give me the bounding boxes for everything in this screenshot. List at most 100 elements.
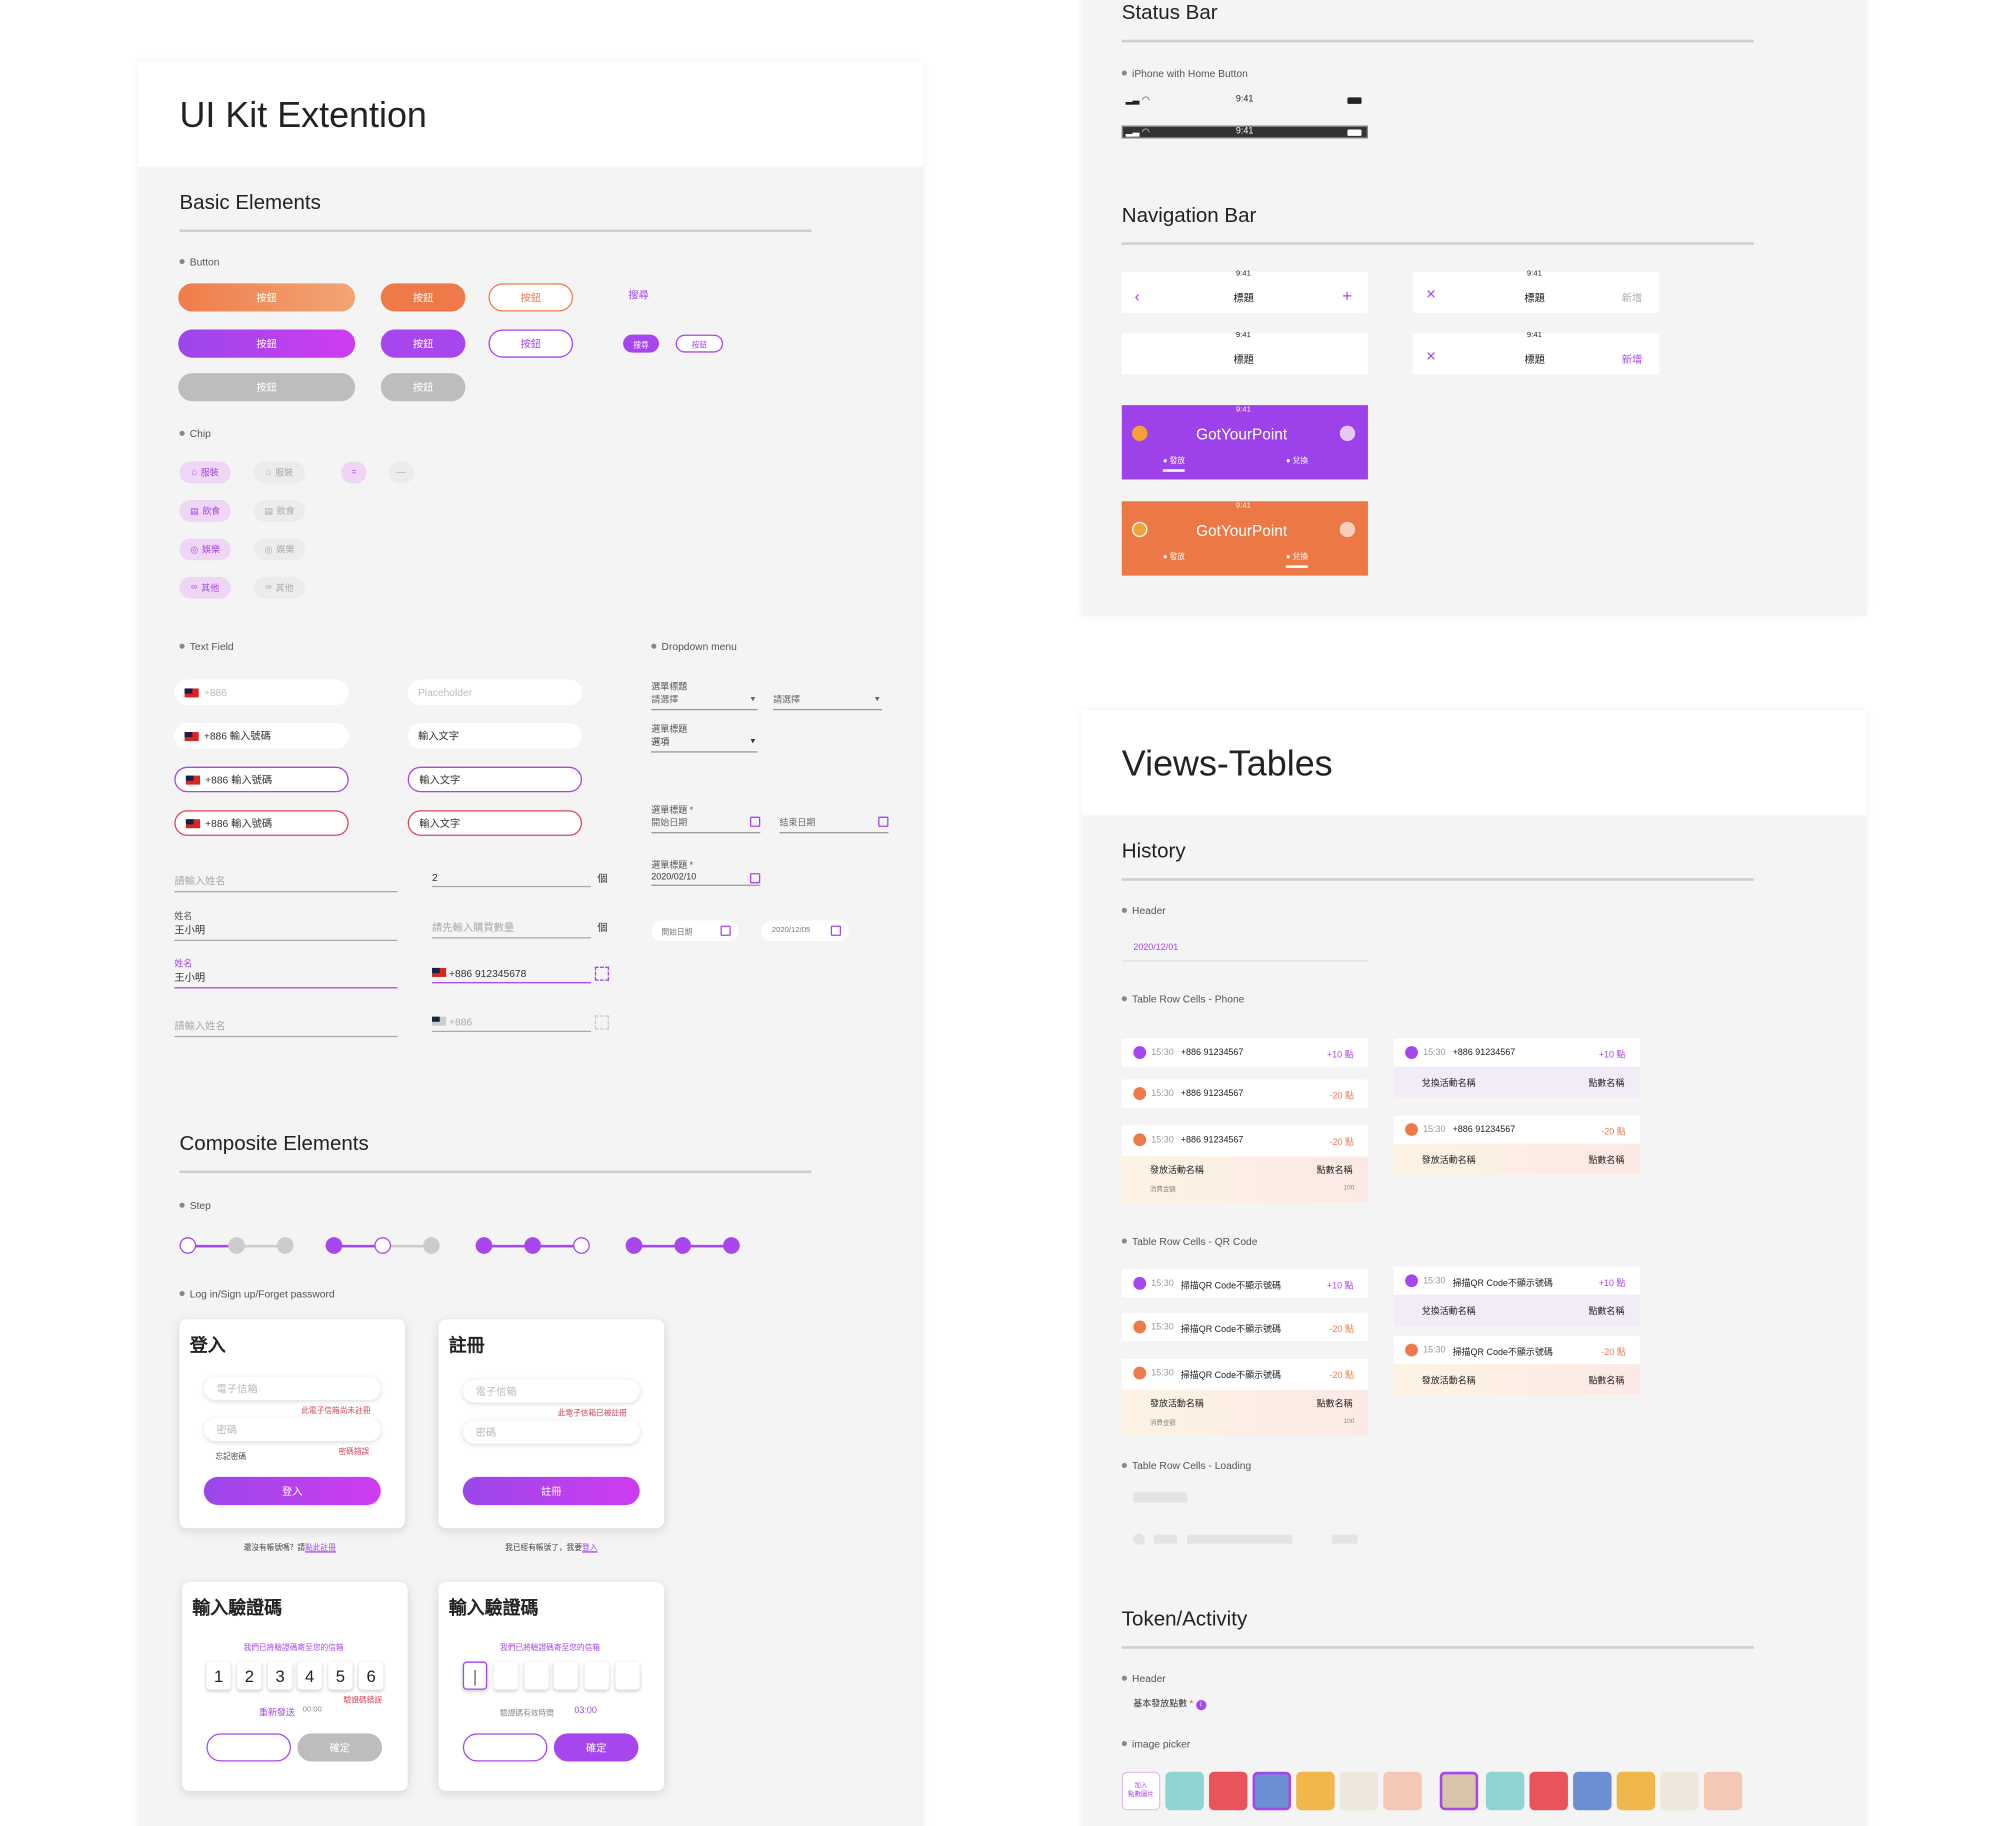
login-button[interactable]: 登入 xyxy=(203,1476,381,1506)
forgot-password-link[interactable]: 忘記密碼 xyxy=(215,1450,246,1462)
chip-entertainment-active[interactable]: ◎ 娛樂 xyxy=(179,538,231,561)
phone-row-issue[interactable]: 15:30 +886 91234567 -20 點 發放活動名稱 點數名稱 xyxy=(1393,1115,1640,1175)
coin-icon[interactable] xyxy=(1296,1771,1335,1811)
phone-row-minus[interactable]: 15:30 +886 91234567 -20 點 xyxy=(1121,1079,1368,1108)
quantity-input-empty[interactable]: 請先輸入購買數量 xyxy=(432,921,592,939)
date-pill[interactable]: 2020/12/05 xyxy=(761,920,849,942)
chip-other[interactable]: ∞ 其他 xyxy=(253,576,306,599)
end-date-field[interactable]: 結束日期 xyxy=(779,816,889,834)
primary-gradient-purple-button[interactable]: 按鈕 xyxy=(178,329,356,358)
back-chevron-icon[interactable]: ‹ xyxy=(1135,287,1140,305)
code-digit[interactable]: 3 xyxy=(267,1661,293,1690)
add-image-button[interactable]: 加入 點數圖片 xyxy=(1121,1771,1161,1811)
code-digit[interactable]: 1 xyxy=(206,1661,231,1690)
calendar-icon[interactable] xyxy=(749,873,761,884)
chip-clothing[interactable]: ⌂ 服裝 xyxy=(253,461,306,484)
outline-orange-button[interactable]: 按鈕 xyxy=(488,283,574,312)
coffee-icon[interactable] xyxy=(1660,1771,1699,1811)
close-icon[interactable]: ✕ xyxy=(1426,288,1437,302)
qr-row-redeem[interactable]: 15:30 掃描QR Code不顯示號碼 +10 點 兌換活動名稱 點數名稱 xyxy=(1393,1266,1640,1326)
primary-gradient-orange-button[interactable]: 按鈕 xyxy=(178,283,356,312)
text-field-empty[interactable]: Placeholder xyxy=(407,679,583,706)
qr-row-minus[interactable]: 15:30 掃描QR Code不顯示號碼 -20 點 xyxy=(1121,1312,1368,1342)
tab-redeem-active[interactable]: ● 兌換 xyxy=(1285,550,1309,568)
back-button[interactable]: 返回 xyxy=(206,1733,292,1762)
phone-row-plus[interactable]: 15:30 +886 91234567 +10 點 xyxy=(1121,1038,1368,1067)
chip-dash[interactable]: — xyxy=(388,461,415,484)
text-field[interactable]: 輸入文字 xyxy=(407,723,583,749)
date-field-filled[interactable]: 2020/02/10 xyxy=(651,873,761,886)
phone-field[interactable]: +886 輸入號碼 xyxy=(174,723,349,749)
text-field-error[interactable]: 輸入文字 xyxy=(407,810,583,836)
phone-field-active[interactable]: +886 輸入號碼 xyxy=(174,766,349,793)
signup-button[interactable]: 註冊 xyxy=(462,1476,640,1506)
gift-icon[interactable] xyxy=(1165,1771,1204,1811)
chip-food-active[interactable]: ▤ 飲食 xyxy=(179,499,231,522)
search-icon[interactable] xyxy=(1339,425,1356,442)
calendar-icon[interactable] xyxy=(878,816,889,827)
code-digit-active[interactable]: | xyxy=(462,1661,488,1690)
signup-link[interactable]: 點此註冊 xyxy=(305,1545,336,1553)
chip-other-active[interactable]: ∞ 其他 xyxy=(179,576,231,599)
name-input[interactable]: 王小明 xyxy=(174,923,398,942)
email-field[interactable]: 電子信箱 xyxy=(203,1376,381,1400)
custom-image-selected[interactable] xyxy=(1439,1771,1479,1811)
coin-icon[interactable] xyxy=(1616,1771,1656,1811)
wallet-icon[interactable] xyxy=(1132,521,1148,538)
dropdown-select-plain[interactable]: 請選擇 ▾ xyxy=(773,694,883,711)
cake-icon[interactable] xyxy=(1703,1771,1743,1811)
start-date-pill[interactable]: 開始日期 xyxy=(651,920,739,942)
gift-icon[interactable] xyxy=(1485,1771,1525,1811)
back-button[interactable]: 返回 xyxy=(462,1733,548,1762)
phone-row-redeem[interactable]: 15:30 +886 91234567 +10 點 兌換活動名稱 點數名稱 xyxy=(1393,1038,1640,1098)
quantity-input[interactable]: 2 xyxy=(432,872,592,888)
utensils-icon[interactable] xyxy=(1252,1771,1292,1811)
code-digit[interactable] xyxy=(493,1661,518,1690)
cosmetics-icon[interactable] xyxy=(1529,1771,1568,1811)
chip-food[interactable]: ▤ 飲食 xyxy=(253,499,306,522)
name-input-active[interactable]: 王小明 xyxy=(174,971,398,989)
cake-icon[interactable] xyxy=(1383,1771,1422,1811)
primary-purple-button[interactable]: 按鈕 xyxy=(380,329,466,358)
plus-icon[interactable]: + xyxy=(1342,286,1352,305)
code-digit[interactable]: 4 xyxy=(297,1661,322,1690)
text-field-active[interactable]: 輸入文字 xyxy=(407,766,583,793)
tab-redeem[interactable]: ● 兌換 xyxy=(1286,454,1308,466)
dropdown-select[interactable]: 請選擇 ▾ xyxy=(651,694,758,711)
code-digit[interactable] xyxy=(524,1661,549,1690)
code-digit[interactable]: 2 xyxy=(237,1661,262,1690)
add-action[interactable]: 新增 xyxy=(1622,353,1643,367)
calendar-icon[interactable] xyxy=(749,816,761,827)
close-icon[interactable]: ✕ xyxy=(1426,350,1437,364)
phone-field-error[interactable]: +886 輸入號碼 xyxy=(174,810,349,836)
chip-equal-active[interactable]: = xyxy=(341,461,367,484)
phone-line-input[interactable]: +886 912345678 xyxy=(432,967,592,984)
outline-purple-button[interactable]: 按鈕 xyxy=(488,329,574,358)
qr-row-expanded[interactable]: 15:30 掃描QR Code不顯示號碼 -20 點 發放活動名稱 點數名稱 消… xyxy=(1121,1358,1368,1436)
resend-link[interactable]: 重新發送 xyxy=(259,1706,295,1719)
code-digit[interactable] xyxy=(615,1661,640,1690)
code-digit[interactable] xyxy=(553,1661,579,1690)
small-outline-button[interactable]: 按鈕 xyxy=(675,334,724,353)
code-digit[interactable]: 6 xyxy=(358,1661,384,1690)
chip-entertainment[interactable]: ◎ 娛樂 xyxy=(253,538,306,561)
chip-clothing-active[interactable]: ⌂ 服裝 xyxy=(179,461,231,484)
email-field[interactable]: 電子信箱 xyxy=(462,1379,640,1403)
tab-issue-active[interactable]: ● 發放 xyxy=(1162,454,1186,472)
dropdown-select-filled[interactable]: 選項 ▾ xyxy=(651,736,758,753)
code-digit[interactable]: 5 xyxy=(328,1661,353,1690)
name-input-empty[interactable]: 請輸入姓名 xyxy=(174,874,398,893)
primary-orange-button[interactable]: 按鈕 xyxy=(380,283,466,312)
utensils-icon[interactable] xyxy=(1573,1771,1612,1811)
qr-row-issue[interactable]: 15:30 掃描QR Code不顯示號碼 -20 點 發放活動名稱 點數名稱 xyxy=(1393,1335,1640,1395)
code-digit[interactable] xyxy=(584,1661,609,1690)
scan-icon[interactable] xyxy=(594,966,609,981)
small-search-button[interactable]: 搜尋 xyxy=(623,334,659,353)
wallet-icon[interactable] xyxy=(1132,425,1148,442)
phone-field-empty[interactable]: +886 xyxy=(174,679,349,706)
search-text-button[interactable]: 搜尋 xyxy=(628,288,649,302)
phone-row-expanded[interactable]: 15:30 +886 91234567 -20 點 發放活動名稱 點數名稱 消費… xyxy=(1121,1125,1368,1203)
info-icon[interactable]: i xyxy=(1195,1699,1206,1711)
confirm-button[interactable]: 確定 xyxy=(553,1733,639,1762)
start-date-field[interactable]: 開始日期 xyxy=(651,816,761,834)
